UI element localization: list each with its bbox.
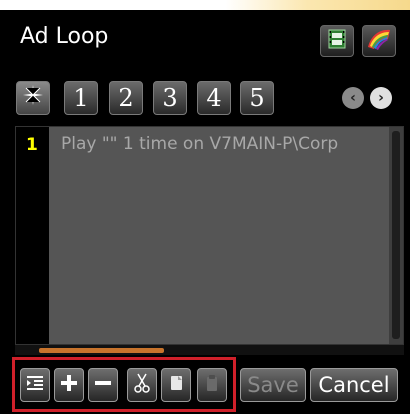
copy-icon: [166, 373, 186, 398]
color-palette-icon: [366, 27, 392, 56]
paste-button[interactable]: [197, 368, 227, 402]
prev-page-button[interactable]: ‹: [342, 87, 364, 109]
paste-icon: [202, 373, 222, 398]
cut-button[interactable]: [127, 368, 157, 402]
page-4-button[interactable]: 4: [197, 81, 231, 115]
plus-icon: [59, 373, 79, 398]
title-bar: Ad Loop: [0, 10, 410, 68]
cancel-button[interactable]: Cancel: [310, 368, 398, 402]
line-number-gutter: [16, 127, 49, 344]
minus-icon: [93, 373, 113, 398]
next-page-button[interactable]: ›: [370, 87, 392, 109]
ad-loop-list[interactable]: 1 Play "" 1 time on V7MAIN-P\Corp: [15, 126, 404, 345]
page-1-button[interactable]: 1: [64, 81, 98, 115]
page-5-button[interactable]: 5: [240, 81, 274, 115]
copy-button[interactable]: [161, 368, 191, 402]
color-palette-button[interactable]: [362, 25, 396, 57]
chevron-left-icon: ‹: [350, 90, 356, 106]
film-icon: [326, 28, 348, 55]
add-button[interactable]: [54, 368, 84, 402]
remove-button[interactable]: [88, 368, 118, 402]
sparkle-icon: [22, 84, 44, 112]
edit-toolbar: Save Cancel: [0, 353, 410, 414]
all-pages-button[interactable]: [16, 81, 50, 115]
page-selector-bar: 1 2 3 4 5 ‹ ›: [0, 73, 410, 117]
window-title: Ad Loop: [20, 24, 109, 49]
page-2-button[interactable]: 2: [109, 81, 143, 115]
vertical-scroll-thumb[interactable]: [392, 131, 400, 339]
page-3-button[interactable]: 3: [153, 81, 187, 115]
save-button[interactable]: Save: [240, 368, 306, 402]
ad-loop-panel: Ad Loop 1 2 3 4 5 ‹ › 1 Play "" 1 time o…: [0, 10, 410, 414]
indent-icon: [25, 373, 45, 398]
indent-button[interactable]: [20, 368, 50, 402]
vertical-scrollbar[interactable]: [389, 127, 403, 344]
list-item-text: Play "" 1 time on V7MAIN-P\Corp: [61, 134, 339, 154]
film-button[interactable]: [320, 25, 354, 57]
chevron-right-icon: ›: [378, 90, 384, 106]
scissors-icon: [132, 372, 152, 399]
line-number: 1: [26, 135, 38, 155]
